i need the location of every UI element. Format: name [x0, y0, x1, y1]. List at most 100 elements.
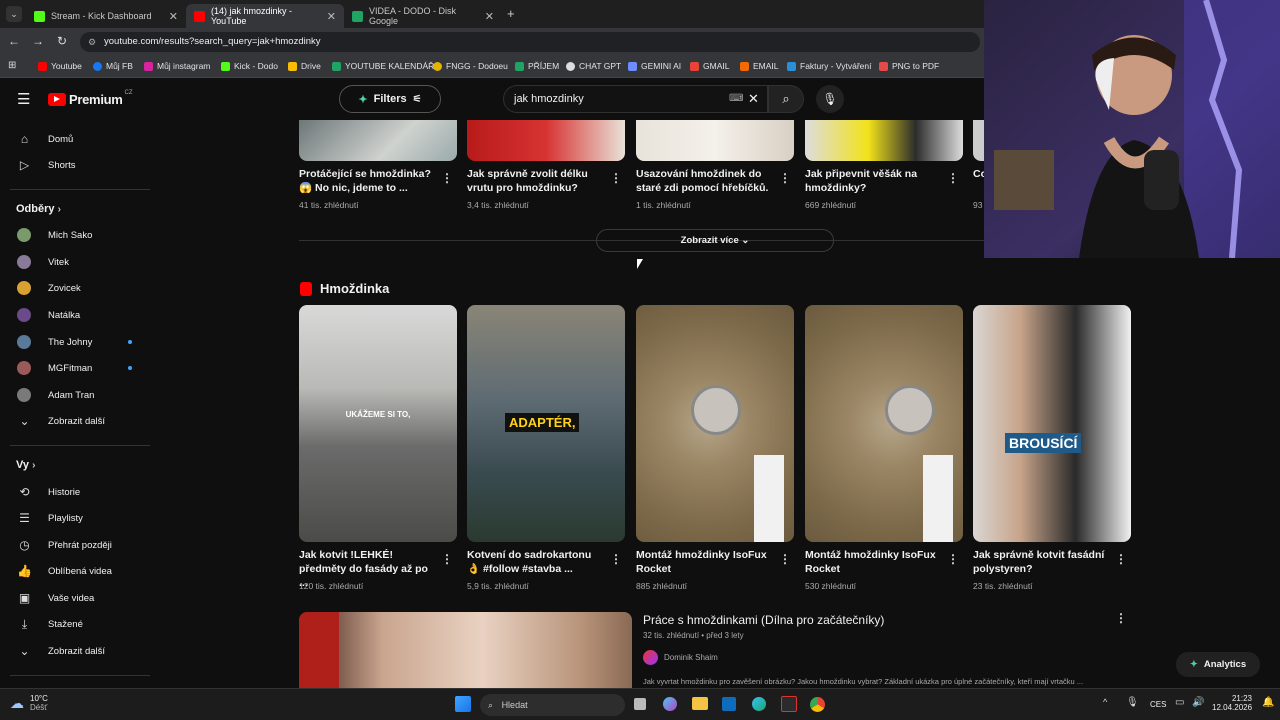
tab-youtube[interactable]: (14) jak hmozdinky - YouTube ✕ — [186, 4, 344, 28]
short-thumbnail[interactable] — [805, 305, 963, 542]
video-title[interactable]: Jak správně zvolit délku vrutu pro hmožd… — [467, 167, 607, 195]
search-button[interactable]: ⌕ — [768, 85, 804, 113]
bookmark-kick[interactable]: Kick - Dodo — [221, 61, 278, 71]
sidebar-item-home[interactable]: ⌂ Domů — [0, 126, 155, 152]
sidebar-item-channel[interactable]: Mich Sako — [0, 222, 155, 248]
sidebar-item-watch-later[interactable]: ◷ Přehrát později — [0, 532, 155, 558]
short-title[interactable]: Kotvení do sadrokartonu 👌 #follow #stavb… — [467, 548, 607, 576]
short-thumbnail[interactable]: ADAPTÉR, — [467, 305, 625, 542]
sidebar-item-your-videos[interactable]: ▣ Vaše videa — [0, 585, 155, 611]
bookmark-faktury[interactable]: Faktury - Vytváření — [787, 61, 871, 71]
video-title[interactable]: Jak připevnit věšák na hmoždinky? — [805, 167, 945, 195]
bookmark-fngg[interactable]: FNGG - Dodoeu — [433, 61, 508, 71]
new-tab-button[interactable]: + — [507, 6, 515, 21]
back-icon[interactable]: ← — [6, 34, 22, 48]
channel-link[interactable]: Dominik Shaim — [643, 650, 718, 665]
short-title[interactable]: Jak správně kotvit fasádní polystyren? — [973, 548, 1113, 576]
video-thumbnail[interactable] — [636, 120, 794, 161]
short-thumbnail[interactable]: BROUSÍCÍ — [973, 305, 1131, 542]
sidebar-item-channel[interactable]: Vitek — [0, 249, 155, 275]
terminal-icon[interactable] — [781, 696, 797, 712]
sidebar-item-shorts[interactable]: ▷ Shorts — [0, 152, 155, 178]
video-thumbnail[interactable] — [299, 612, 632, 688]
bookmark-instagram[interactable]: Můj instagram — [144, 61, 210, 71]
taskbar-search-input[interactable]: ⌕ Hledat — [480, 694, 625, 716]
search-input[interactable]: jak hmozdinky ⌨ ✕ — [503, 85, 768, 113]
video-thumbnail[interactable] — [973, 120, 984, 161]
more-options-icon[interactable]: ⋮ — [1115, 552, 1127, 566]
video-thumbnail[interactable] — [467, 120, 625, 161]
mic-tray-icon[interactable]: 🎙 — [1126, 697, 1139, 708]
more-options-icon[interactable]: ⋮ — [779, 171, 791, 185]
subscriptions-heading[interactable]: Odběry › — [16, 203, 61, 215]
keyboard-icon[interactable]: ⌨ — [729, 86, 743, 112]
network-icon[interactable]: ▭ — [1175, 697, 1184, 708]
sidebar-item-channel[interactable]: Adam Tran — [0, 382, 155, 408]
close-icon[interactable]: ✕ — [327, 10, 336, 23]
more-options-icon[interactable]: ⋮ — [779, 552, 791, 566]
sidebar-item-channel[interactable]: The Johny — [0, 329, 155, 355]
volume-icon[interactable]: 🔊 — [1192, 697, 1204, 708]
tab-search-button[interactable]: ⌄ — [6, 6, 22, 22]
more-options-icon[interactable]: ⋮ — [610, 171, 622, 185]
sidebar-item-downloads[interactable]: ⤓ Stažené — [0, 611, 155, 637]
short-thumbnail[interactable]: UKÁŽEME SI TO, — [299, 305, 457, 542]
sidebar-item-channel[interactable]: Zovicek — [0, 275, 155, 301]
youtube-logo[interactable]: Premium CZ — [48, 90, 133, 107]
sidebar-item-playlists[interactable]: ☰ Playlisty — [0, 505, 155, 531]
more-options-icon[interactable]: ⋮ — [610, 552, 622, 566]
bookmark-png-pdf[interactable]: PNG to PDF — [879, 61, 939, 71]
you-heading[interactable]: Vy › — [16, 459, 35, 471]
video-title[interactable]: Usazování hmoždinek do staré zdi pomocí … — [636, 167, 776, 195]
sidebar-item-show-more-you[interactable]: ⌄ Zobrazit další — [0, 638, 155, 664]
copilot-icon[interactable] — [663, 697, 677, 711]
tab-google-drive[interactable]: VIDEA - DODO - Disk Google ✕ — [344, 4, 502, 28]
more-options-icon[interactable]: ⋮ — [947, 552, 959, 566]
task-view-icon[interactable] — [634, 698, 646, 710]
bookmark-facebook[interactable]: Můj FB — [93, 61, 133, 71]
more-options-icon[interactable]: ⋮ — [1115, 611, 1127, 625]
sidebar-item-channel[interactable]: MGFitman — [0, 355, 155, 381]
windows-start-icon[interactable] — [455, 696, 471, 712]
outlook-icon[interactable] — [722, 697, 736, 711]
short-title[interactable]: Montáž hmoždinky IsoFux Rocket — [805, 548, 945, 576]
tab-kick-dashboard[interactable]: Stream - Kick Dashboard ✕ — [26, 4, 186, 28]
sidebar-item-history[interactable]: ⟲ Historie — [0, 479, 155, 505]
reload-icon[interactable]: ↻ — [54, 34, 70, 48]
sidebar-item-channel[interactable]: Natálka — [0, 302, 155, 328]
video-title[interactable]: Co je — [973, 167, 984, 181]
weather-widget[interactable]: ☁ 10°C Déšť — [10, 694, 48, 712]
video-thumbnail[interactable] — [299, 120, 457, 161]
language-indicator[interactable]: CES — [1150, 700, 1166, 709]
video-title[interactable]: Práce s hmoždinkami (Dílna pro začáteční… — [643, 613, 884, 627]
file-explorer-icon[interactable] — [692, 697, 708, 710]
edge-icon[interactable] — [752, 697, 766, 711]
video-title[interactable]: Protáčející se hmoždinka? 😱 No nic, jdem… — [299, 167, 439, 195]
bookmark-yt-calendar[interactable]: YOUTUBE KALENDÁŘ — [332, 61, 434, 71]
analytics-button[interactable]: ✦ Analytics — [1176, 652, 1260, 677]
short-title[interactable]: Montáž hmoždinky IsoFux Rocket — [636, 548, 776, 576]
close-icon[interactable]: ✕ — [485, 10, 494, 23]
tray-expand-icon[interactable]: ^ — [1103, 697, 1107, 707]
sidebar-item-show-more-subs[interactable]: ⌄ Zobrazit další — [0, 408, 155, 434]
bookmark-gmail[interactable]: GMAIL — [690, 61, 729, 71]
site-info-icon[interactable]: ⚙ — [88, 32, 96, 52]
short-thumbnail[interactable] — [636, 305, 794, 542]
filters-button[interactable]: ✦ Filters ⚟ — [339, 85, 441, 113]
apps-icon[interactable]: ⊞ — [8, 60, 16, 71]
more-options-icon[interactable]: ⋮ — [947, 171, 959, 185]
bookmark-prijem[interactable]: PŘÍJEM — [515, 61, 559, 71]
clock[interactable]: 21:23 12.04.2026 — [1212, 694, 1252, 712]
bookmark-chatgpt[interactable]: CHAT GPT — [566, 61, 621, 71]
video-thumbnail[interactable] — [805, 120, 963, 161]
chrome-icon[interactable] — [810, 697, 825, 712]
bookmark-youtube[interactable]: Youtube — [38, 61, 82, 71]
voice-search-button[interactable]: 🎙 — [816, 85, 844, 113]
notifications-icon[interactable]: 🔔 — [1262, 697, 1274, 708]
clear-search-icon[interactable]: ✕ — [748, 86, 759, 112]
close-icon[interactable]: ✕ — [169, 10, 178, 23]
bookmark-gemini[interactable]: GEMINI AI — [628, 61, 681, 71]
more-options-icon[interactable]: ⋮ — [441, 171, 453, 185]
more-options-icon[interactable]: ⋮ — [441, 552, 453, 566]
bookmark-email[interactable]: EMAIL — [740, 61, 779, 71]
